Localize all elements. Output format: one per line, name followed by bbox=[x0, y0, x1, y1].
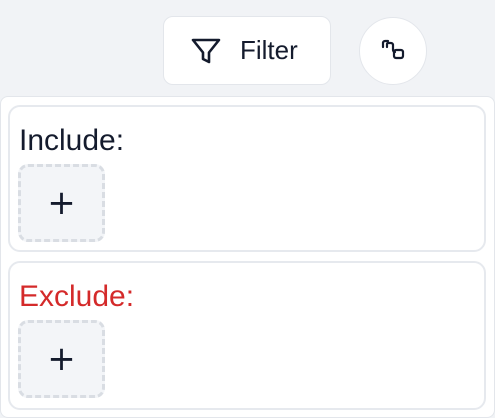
exclude-title: Exclude: bbox=[19, 280, 135, 313]
filter-button-label: Filter bbox=[240, 35, 298, 65]
include-title: Include: bbox=[19, 124, 125, 157]
toolbar: Filter bbox=[0, 0, 495, 96]
funnel-icon bbox=[190, 35, 222, 67]
filter-button[interactable]: Filter bbox=[163, 16, 331, 85]
link-button[interactable] bbox=[359, 17, 427, 85]
plus-icon: + bbox=[47, 339, 76, 379]
add-include-button[interactable]: + bbox=[18, 164, 105, 242]
link-nodes-icon bbox=[378, 34, 408, 69]
add-exclude-button[interactable]: + bbox=[18, 320, 105, 398]
plus-icon: + bbox=[47, 183, 76, 223]
include-section: Include: + bbox=[8, 105, 486, 252]
exclude-section: Exclude: + bbox=[8, 261, 486, 410]
